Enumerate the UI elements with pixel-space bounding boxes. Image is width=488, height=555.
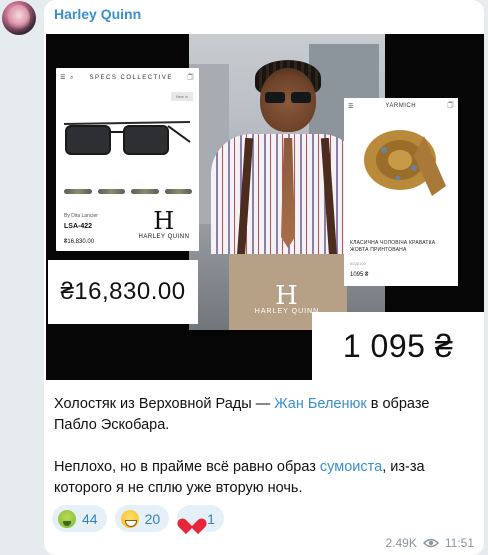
harley-quinn-logo: H HARLEY QUINN xyxy=(138,207,190,240)
reaction-nauseated[interactable]: 44 xyxy=(52,505,107,532)
eye-icon xyxy=(422,538,439,548)
product-brand: By Dita Lancier xyxy=(64,213,98,219)
sunglasses-price: ₴16,830.00 xyxy=(48,260,198,324)
message-photo[interactable]: H HARLEY QUINN ☰ ⌕ SPECS COLLECTIVE 🗍 Ne… xyxy=(46,34,484,380)
product-price-small: ₴16,830.00 xyxy=(64,239,95,245)
store-name: YARMICH xyxy=(385,103,417,109)
sunglasses-product-card: ☰ ⌕ SPECS COLLECTIVE 🗍 New in By Dita La… xyxy=(56,68,199,251)
link-zhan-beleniuk[interactable]: Жан Беленюк xyxy=(274,396,367,412)
red-heart-icon xyxy=(183,510,201,528)
nauseated-face-icon xyxy=(58,509,76,528)
tie-description: КЛАСИЧНА ЧОЛОВІЧА КРАВАТКА ЖОВТА ПРИНТОВ… xyxy=(350,240,436,253)
message-paragraph-1: Холостяк из Верховной Рады — Жан Беленюк… xyxy=(54,396,430,433)
reaction-grinning[interactable]: 20 xyxy=(114,505,170,532)
center-brand-logo: H HARLEY QUINN xyxy=(254,281,320,315)
new-in-tag: New in xyxy=(171,92,193,101)
message-meta: 2.49K 11:51 xyxy=(386,536,475,550)
sunglasses-thumbnails xyxy=(64,186,192,196)
author-name[interactable]: Harley Quinn xyxy=(54,6,141,22)
message-bubble: Harley Quinn H HARLEY QUINN ☰ ⌕ SPECS CO… xyxy=(44,0,484,555)
store-name: SPECS COLLECTIVE xyxy=(89,75,173,81)
tie-code: КОД/100 xyxy=(350,261,366,266)
tie-price: 1 095 ₴ xyxy=(312,312,484,380)
sunglasses-image xyxy=(63,121,191,155)
link-sumoist[interactable]: сумоиста xyxy=(320,459,382,475)
reaction-count: 1 xyxy=(207,510,215,527)
cart-icon: 🗍 xyxy=(187,75,195,81)
author-avatar[interactable] xyxy=(2,1,36,35)
tie-product-card: ☰ YARMICH 🗍 КЛАСИЧНА ЧОЛОВІЧА КРАВАТКА Ж… xyxy=(344,98,458,286)
reactions-bar: 44 20 1 xyxy=(52,505,224,532)
product-model: LSA-422 xyxy=(64,223,93,230)
view-count: 2.49K xyxy=(385,536,417,550)
grinning-face-icon xyxy=(120,509,139,528)
message-text: Холостяк из Верховной Рады — Жан Беленюк… xyxy=(54,394,474,499)
message-time: 11:51 xyxy=(444,536,474,550)
tie-image xyxy=(364,130,446,196)
message-paragraph-2: Неплохо, но в прайме всё равно образ сум… xyxy=(54,459,425,496)
tie-price-small: 1095 ₴ xyxy=(350,272,369,278)
cart-icon: 🗍 xyxy=(447,103,454,109)
menu-icon: ☰ xyxy=(348,103,354,110)
reaction-heart[interactable]: 1 xyxy=(177,505,224,532)
reaction-count: 44 xyxy=(82,510,98,527)
reaction-count: 20 xyxy=(144,510,161,527)
menu-icon: ☰ ⌕ xyxy=(60,75,75,81)
